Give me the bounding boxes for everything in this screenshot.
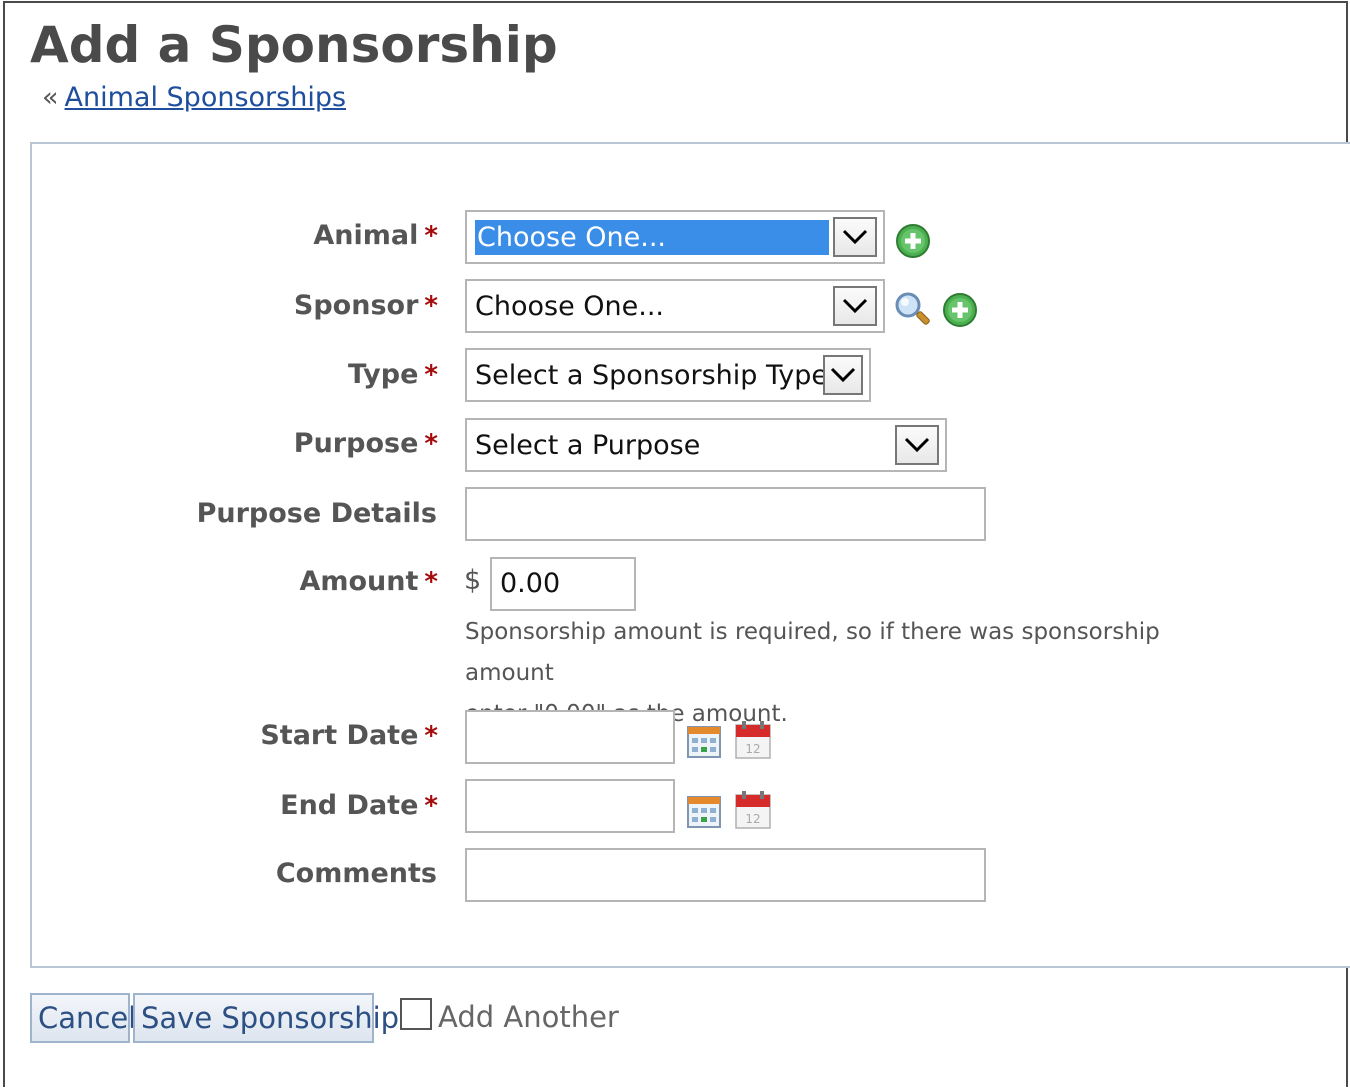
start-date-label: Start Date *: [260, 720, 438, 751]
chevron-down-icon[interactable]: [833, 286, 877, 326]
type-select[interactable]: Select a Sponsorship Type: [465, 348, 871, 402]
start-date-label-text: Start Date: [260, 720, 419, 751]
chevron-down-icon[interactable]: [895, 425, 939, 465]
animal-label-text: Animal: [313, 220, 419, 251]
currency-symbol: $: [464, 565, 482, 596]
search-sponsor-icon[interactable]: [893, 290, 933, 334]
purpose-select-value: Select a Purpose: [475, 429, 701, 461]
svg-text:12: 12: [745, 812, 760, 826]
save-sponsorship-button[interactable]: Save Sponsorship: [133, 993, 399, 1043]
required-mark: *: [424, 291, 438, 321]
animal-label: Animal *: [313, 220, 438, 251]
purpose-select[interactable]: Select a Purpose: [465, 418, 947, 472]
type-select-value: Select a Sponsorship Type: [475, 359, 823, 391]
comments-label-text: Comments: [275, 858, 437, 889]
end-date-input[interactable]: [465, 779, 675, 833]
required-mark: *: [424, 360, 438, 390]
add-another-label[interactable]: Add Another: [438, 1000, 619, 1034]
end-date-label-text: End Date: [280, 790, 419, 821]
type-label-text: Type: [347, 359, 419, 390]
amount-help-line: Sponsorship amount is required, so if th…: [465, 619, 1160, 686]
sponsor-select-value: Choose One...: [475, 290, 664, 322]
comments-input[interactable]: [465, 848, 986, 902]
required-mark: *: [424, 221, 438, 251]
amount-label: Amount *: [299, 566, 438, 597]
add-animal-icon[interactable]: [895, 223, 931, 263]
start-date-picker-icon[interactable]: [686, 724, 722, 764]
page-title: Add a Sponsorship: [30, 16, 558, 74]
required-mark: *: [424, 791, 438, 821]
purpose-label: Purpose *: [294, 428, 438, 459]
purpose-details-label-text: Purpose Details: [196, 498, 437, 529]
chevron-down-icon[interactable]: [833, 217, 877, 257]
start-date-calendar-icon[interactable]: 12: [734, 720, 772, 764]
svg-text:12: 12: [745, 742, 760, 756]
comments-label: Comments: [276, 858, 437, 889]
end-date-label: End Date *: [280, 790, 438, 821]
cancel-button[interactable]: Cancel: [30, 993, 136, 1043]
add-sponsor-icon[interactable]: [942, 292, 978, 332]
purpose-details-label: Purpose Details: [197, 498, 437, 529]
required-mark: *: [424, 429, 438, 459]
required-mark: *: [424, 721, 438, 751]
purpose-label-text: Purpose: [293, 428, 419, 459]
chevron-down-icon[interactable]: [823, 355, 863, 395]
animal-select-value: Choose One...: [475, 219, 829, 255]
sponsor-label-text: Sponsor: [293, 290, 419, 321]
end-date-calendar-icon[interactable]: 12: [734, 790, 772, 834]
required-mark: *: [424, 567, 438, 597]
purpose-details-input[interactable]: [465, 487, 986, 541]
amount-label-text: Amount: [299, 566, 419, 597]
start-date-input[interactable]: [465, 710, 675, 764]
sponsor-select[interactable]: Choose One...: [465, 279, 885, 333]
animal-select[interactable]: Choose One...: [465, 210, 885, 264]
add-another-checkbox[interactable]: [400, 998, 432, 1030]
sponsor-label: Sponsor *: [294, 290, 438, 321]
end-date-picker-icon[interactable]: [686, 794, 722, 834]
amount-input[interactable]: 0.00: [490, 557, 636, 611]
breadcrumb-separator: «: [42, 82, 59, 113]
form-panel: [30, 142, 1350, 968]
type-label: Type *: [348, 359, 438, 390]
breadcrumb: «Animal Sponsorships: [42, 82, 346, 113]
breadcrumb-link-animal-sponsorships[interactable]: Animal Sponsorships: [65, 82, 347, 113]
